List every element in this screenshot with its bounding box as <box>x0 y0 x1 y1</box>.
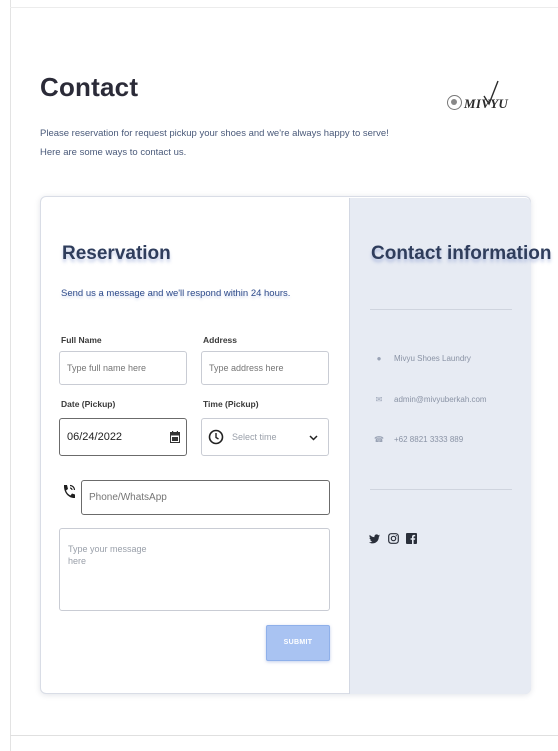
contact-info-address: ● Mivyu Shoes Laundry <box>374 354 471 363</box>
message-placeholder-line-1: Type your message <box>68 544 147 554</box>
brand-logo: MIVYU <box>447 80 508 116</box>
clock-icon <box>208 429 224 445</box>
time-select-value: Select time <box>232 432 277 442</box>
logo-ring-icon <box>447 95 462 110</box>
date-label: Date (Pickup) <box>61 399 116 409</box>
contact-info-email[interactable]: ✉ admin@mivyuberkah.com <box>374 395 487 404</box>
contact-info-phone[interactable]: ☎ +62 8821 3333 889 <box>374 435 463 444</box>
contact-info-divider-bottom <box>370 489 512 490</box>
calendar-icon[interactable] <box>170 431 180 443</box>
time-select[interactable]: Select time <box>201 418 329 456</box>
facebook-icon[interactable] <box>406 533 417 544</box>
time-label: Time (Pickup) <box>203 399 259 409</box>
contact-email-text[interactable]: admin@mivyuberkah.com <box>394 395 487 404</box>
phone-input[interactable] <box>81 480 330 515</box>
date-input[interactable]: 06/24/2022 <box>59 418 187 456</box>
date-value: 06/24/2022 <box>67 431 123 443</box>
phone-small-icon: ☎ <box>374 435 384 444</box>
address-label: Address <box>203 335 238 345</box>
page-top-border <box>10 7 558 8</box>
page-left-border <box>10 0 11 751</box>
contact-info-title: Contact information <box>371 243 552 264</box>
full-name-label: Full Name <box>61 335 102 345</box>
page-bottom-border <box>10 735 558 736</box>
intro-text: Please reservation for request pickup yo… <box>40 124 400 162</box>
reservation-subtitle: Send us a message and we'll respond with… <box>61 288 291 299</box>
phone-icon <box>63 484 76 499</box>
page-title: Contact <box>40 72 139 102</box>
contact-info-panel <box>349 198 531 694</box>
address-input[interactable] <box>201 351 329 385</box>
chevron-down-icon <box>309 435 318 441</box>
reservation-title: Reservation <box>62 243 171 264</box>
submit-button[interactable]: SUBMIT <box>266 625 330 661</box>
full-name-input[interactable] <box>59 351 187 385</box>
instagram-icon[interactable] <box>388 533 399 544</box>
intro-line-1: Please reservation for request pickup yo… <box>40 128 389 139</box>
twitter-icon[interactable] <box>369 534 380 544</box>
contact-info-divider-top <box>370 309 512 310</box>
contact-phone-text[interactable]: +62 8821 3333 889 <box>394 435 463 444</box>
contact-address-text: Mivyu Shoes Laundry <box>394 354 471 363</box>
email-icon: ✉ <box>375 395 383 404</box>
location-icon: ● <box>376 354 382 363</box>
logo-check-icon <box>483 80 499 106</box>
message-placeholder-line-2: here <box>68 556 87 566</box>
intro-line-2: Here are some ways to contact us. <box>40 147 187 158</box>
message-textarea[interactable]: Type your message here <box>59 528 330 611</box>
